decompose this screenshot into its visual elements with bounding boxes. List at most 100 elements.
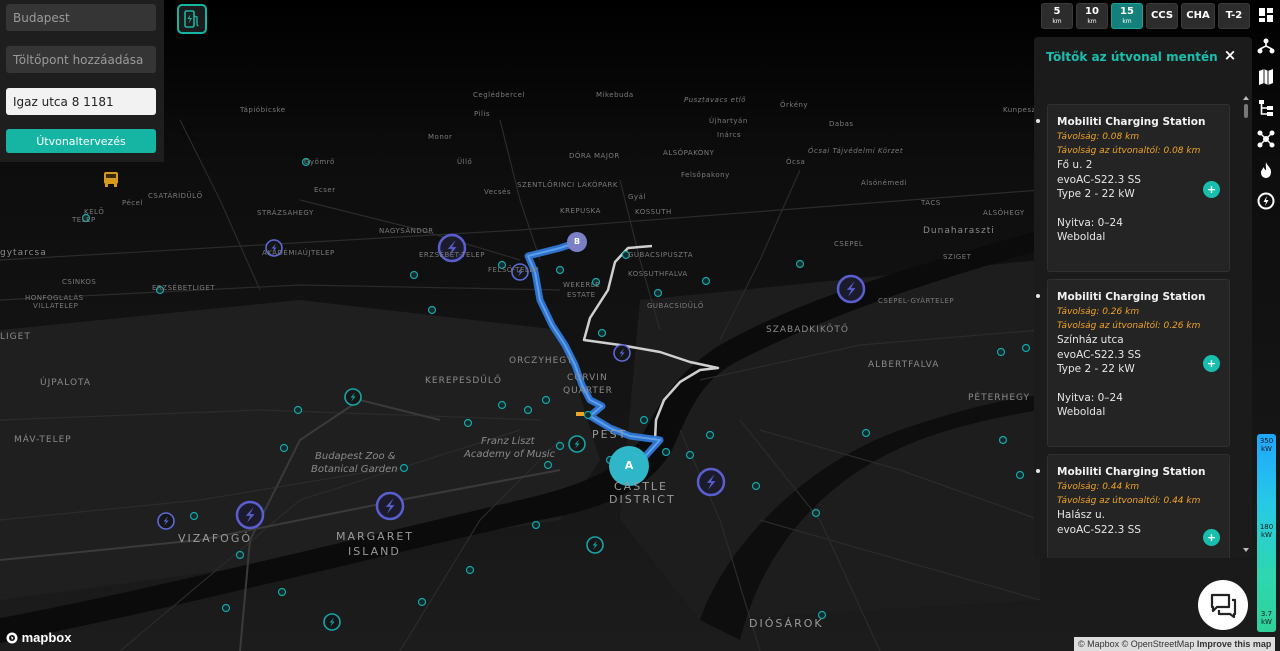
chat-button[interactable]	[1198, 580, 1248, 630]
map-attribution: © Mapbox © OpenStreetMap Improve this ma…	[1074, 637, 1276, 651]
charger-marker[interactable]	[323, 613, 341, 631]
slow-charger-dot[interactable]	[1021, 343, 1031, 353]
radius-10km-chip[interactable]: 10 km	[1076, 3, 1108, 29]
map-label: Gyömrő	[304, 158, 335, 166]
tree-icon[interactable]	[1254, 96, 1278, 120]
slow-charger-dot[interactable]	[465, 565, 475, 575]
map-label: MARGARET	[336, 530, 415, 543]
charger-marker[interactable]	[568, 435, 586, 453]
map-label: KELŐ	[84, 208, 105, 216]
route-end-marker[interactable]: B	[567, 232, 587, 252]
station-website-link[interactable]: Weboldal	[1057, 230, 1220, 245]
chat-icon	[1210, 593, 1237, 619]
map-label: Örkény	[780, 101, 809, 109]
slow-charger-dot[interactable]	[653, 288, 663, 298]
destination-input[interactable]	[6, 88, 156, 115]
station-website-link[interactable]: Weboldal	[1057, 405, 1220, 420]
slow-charger-dot[interactable]	[597, 328, 607, 338]
charger-marker[interactable]	[344, 388, 362, 406]
add-station-button[interactable]: +	[1203, 181, 1220, 198]
map-label: DIÓSÁROK	[749, 617, 824, 630]
add-station-button[interactable]: +	[1203, 529, 1220, 546]
connector-ccs-chip[interactable]: CCS	[1146, 3, 1178, 29]
mapbox-logo[interactable]: mapbox	[6, 630, 71, 645]
slow-charger-dot[interactable]	[463, 418, 473, 428]
slow-charger-dot[interactable]	[497, 400, 507, 410]
close-panel-button[interactable]: ×	[1222, 47, 1238, 63]
connector-type2-chip[interactable]: T-2	[1218, 3, 1250, 29]
slow-charger-dot[interactable]	[555, 265, 565, 275]
map-label: Ócsa	[786, 158, 806, 166]
slow-charger-dot[interactable]	[189, 511, 199, 521]
slow-charger-dot[interactable]	[639, 415, 649, 425]
attribution-text[interactable]: © Mapbox © OpenStreetMap	[1078, 639, 1194, 649]
fast-charger-marker[interactable]	[375, 491, 405, 521]
slow-charger-dot[interactable]	[409, 270, 419, 280]
improve-map-link[interactable]: Improve this map	[1197, 639, 1272, 649]
fire-icon[interactable]	[1254, 158, 1278, 182]
radius-5km-chip[interactable]: 5 km	[1041, 3, 1073, 29]
network-icon[interactable]	[1254, 34, 1278, 58]
origin-input[interactable]	[6, 4, 156, 31]
dashboard-icon[interactable]	[1254, 3, 1278, 27]
slow-charger-dot[interactable]	[685, 450, 695, 460]
map-label: STRÁZSAHEGY	[257, 209, 314, 217]
slow-charger-dot[interactable]	[277, 587, 287, 597]
slow-charger-dot[interactable]	[998, 435, 1008, 445]
slow-charger-dot[interactable]	[701, 276, 711, 286]
panel-scrollbar[interactable]	[1243, 96, 1249, 552]
slow-charger-dot[interactable]	[293, 405, 303, 415]
slow-charger-dot[interactable]	[541, 395, 551, 405]
slow-charger-dot[interactable]	[399, 463, 409, 473]
map-label: CASTLE	[614, 480, 668, 493]
station-card[interactable]: Mobiliti Charging Station Távolság: 0.08…	[1036, 104, 1230, 272]
fast-charger-marker[interactable]	[235, 500, 265, 530]
fast-charger-marker[interactable]	[836, 274, 866, 304]
hub-icon[interactable]	[1254, 127, 1278, 151]
slow-charger-dot[interactable]	[543, 460, 553, 470]
map-label: SZIGET	[943, 253, 972, 261]
station-card[interactable]: Mobiliti Charging Station Távolság: 0.26…	[1036, 279, 1230, 447]
slow-charger-dot[interactable]	[705, 430, 715, 440]
map-label: KOSSUTH	[635, 208, 672, 216]
slow-charger-dot[interactable]	[221, 603, 231, 613]
slow-charger-dot[interactable]	[751, 481, 761, 491]
add-station-button[interactable]: +	[1203, 355, 1220, 372]
slow-charger-dot[interactable]	[417, 597, 427, 607]
charger-marker[interactable]	[586, 536, 604, 554]
slow-charger-dot[interactable]	[279, 443, 289, 453]
power-icon[interactable]	[1254, 189, 1278, 213]
map-label: QUARTER	[563, 386, 613, 396]
waypoint-input[interactable]	[6, 46, 156, 73]
map-label: ALBERTFALVA	[868, 360, 940, 370]
slow-charger-dot[interactable]	[996, 347, 1006, 357]
slow-charger-dot[interactable]	[861, 428, 871, 438]
map-label: Pusztavacs etlő	[684, 96, 746, 104]
slow-charger-dot[interactable]	[555, 441, 565, 451]
slow-charger-dot[interactable]	[811, 508, 821, 518]
plan-route-button[interactable]: Útvonaltervezés	[6, 129, 156, 153]
stations-along-route-panel: Töltők az útvonal mentén × Mobiliti Char…	[1034, 37, 1252, 558]
map-icon[interactable]	[1254, 65, 1278, 89]
charging-station-toggle[interactable]	[177, 4, 207, 34]
chip-number: 10	[1085, 6, 1099, 17]
map-label: ISLAND	[348, 545, 401, 558]
chip-unit: km	[1087, 18, 1097, 25]
station-connector: Type 2 - 22 kW	[1057, 188, 1135, 200]
charger-marker[interactable]	[613, 344, 631, 362]
connector-chademo-chip[interactable]: CHA	[1181, 3, 1215, 29]
slow-charger-dot[interactable]	[583, 410, 593, 420]
slow-charger-dot[interactable]	[235, 550, 245, 560]
slow-charger-dot[interactable]	[661, 447, 671, 457]
slow-charger-dot[interactable]	[795, 259, 805, 269]
map-label: GUBACSIPUSZTA	[628, 251, 694, 259]
radius-15km-chip[interactable]: 15 km	[1111, 3, 1143, 29]
map-label: GUBACSIDŰLŐ	[647, 302, 704, 310]
slow-charger-dot[interactable]	[531, 520, 541, 530]
charger-marker[interactable]	[157, 512, 175, 530]
fast-charger-marker[interactable]	[696, 467, 726, 497]
slow-charger-dot[interactable]	[523, 405, 533, 415]
station-card[interactable]: Mobiliti Charging Station Távolság: 0.44…	[1036, 454, 1230, 558]
slow-charger-dot[interactable]	[1015, 470, 1025, 480]
slow-charger-dot[interactable]	[427, 305, 437, 315]
